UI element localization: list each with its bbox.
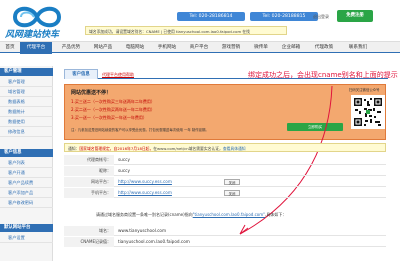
sidebar-item-data-stats[interactable]: 数据统计 xyxy=(0,107,53,117)
notice-label: 通知： xyxy=(68,146,80,151)
form-label: 域名： xyxy=(64,226,114,236)
logout-link[interactable]: 退出登录 xyxy=(313,14,329,20)
form-row-cname: CNAME记录值： tianyuschool.com.lao0.faipod.c… xyxy=(64,237,386,247)
notice-text: 在www.com/net/cn域名需要实名认证， xyxy=(153,146,223,151)
sidebar-item-data-table[interactable]: 数据表格 xyxy=(0,97,53,107)
sidebar-item-customer-open[interactable]: 客户开通 xyxy=(0,168,53,178)
domain-value: www.tianyuschool.com xyxy=(118,228,167,233)
nav-mobile-site[interactable]: 手机网站 xyxy=(152,42,182,54)
domain-notice-banner: 域名添加成功，请设置域名别名：CNAME | 已使用 tianyuschool.… xyxy=(85,26,287,35)
hint-cname-link: "tianyuschool.com.lao0.faipod.com" xyxy=(192,212,265,217)
sidebar-group-default-site: 默认网站平台 xyxy=(0,224,53,232)
form-label: 昵称： xyxy=(64,166,114,176)
notice-link[interactable]: 查看具体通知 xyxy=(223,146,246,151)
form-label: CNAME记录值： xyxy=(64,237,114,247)
nav-advantages[interactable]: 产品优势 xyxy=(56,42,86,54)
sidebar-item-customer-list[interactable]: 客户列表 xyxy=(0,158,53,168)
notice-red-text: 国家域名管理规定，自2016年7月18日起， xyxy=(79,146,154,151)
form-value: succy xyxy=(118,157,130,162)
logo-text: 风网建站快车 xyxy=(5,30,60,40)
form-row-website-platform: 网站平台： http://www.succy.ess.com 关闭 xyxy=(64,177,386,187)
nav-contact[interactable]: 联系我们 xyxy=(342,42,374,54)
nav-game-marketing[interactable]: 游戏营销 xyxy=(216,42,246,54)
form-row-nickname: 昵称： succy xyxy=(64,166,386,176)
promo-line-3: 3.买一送一（一次性购买一年送一年费用） xyxy=(71,115,147,120)
sidebar-group-customer-info: 客户信息 xyxy=(0,149,53,157)
tab-platform-help[interactable]: 代理平台使用帮助 xyxy=(102,70,134,80)
form-row-domain: 域名： www.tianyuschool.com xyxy=(64,226,386,236)
cname-hint: 请通过域名服务商设置一条唯一别名记录(cname)指向"tianyuschool… xyxy=(96,212,286,218)
nav-micro-flyer[interactable]: 微传单 xyxy=(248,42,274,54)
header: 风网建站快车 Tel: 020-28186814 Tel: 020-281888… xyxy=(0,0,400,40)
form-row-mobile-platform: 手机平台： http://www.succy.ess.com 关闭 xyxy=(64,188,386,198)
promo-title: 网站优惠送不停！ xyxy=(71,90,112,96)
cname-value: tianyuschool.com.lao0.faipod.com xyxy=(118,239,190,244)
close-website-button[interactable]: 关闭 xyxy=(224,179,240,185)
sidebar-item-add-product[interactable]: 客户添加产品 xyxy=(0,188,53,198)
hint-pre: 请通过域名服务商设置一条唯一别名记录(cname)指向 xyxy=(96,212,193,217)
sidebar-group-customer-mgmt: 客户管理 xyxy=(0,68,53,76)
form-value: succy xyxy=(118,168,130,173)
promo-line-2: 2.买二送一（一次性购买两年送一年二年费用） xyxy=(71,107,155,112)
tel-badge-2: Tel: 020-28188815 xyxy=(250,12,318,21)
free-register-button[interactable]: 免费注册 xyxy=(337,10,373,22)
nav-agent-platform[interactable]: 代理平台 xyxy=(20,42,52,54)
close-mobile-button[interactable]: 关闭 xyxy=(224,190,240,196)
sidebar-item-customer-mgmt[interactable]: 客户管理 xyxy=(0,77,53,87)
main-nav: 首页 代理平台 产品优势 网站产品 电脑网站 手机网站 商户平台 游戏营销 微传… xyxy=(0,41,400,54)
form-row-agent-account: 代理商帐号： succy xyxy=(64,155,386,165)
sidebar-item-product-renew[interactable]: 客户产品续费 xyxy=(0,178,53,188)
sidebar-item-change-password[interactable]: 客户修改密码 xyxy=(0,198,53,208)
form-label: 网站平台： xyxy=(64,177,114,187)
mobile-platform-link[interactable]: http://www.succy.ess.com xyxy=(118,188,172,198)
sidebar-item-edit-info[interactable]: 修改信息 xyxy=(0,127,53,137)
tab-customer-info[interactable]: 客户信息 xyxy=(64,69,98,79)
form-label: 代理商帐号： xyxy=(64,155,114,165)
sidebar-item-customer-settings[interactable]: 客户设置 xyxy=(0,233,53,243)
nav-enterprise-mail[interactable]: 企业邮箱 xyxy=(276,42,306,54)
nav-home[interactable]: 首页 xyxy=(0,42,20,54)
website-platform-link[interactable]: http://www.succy.ess.com xyxy=(118,177,172,187)
annotation-text: 绑定成功之后，会出现cname别名和上面的提示 xyxy=(248,71,398,79)
sidebar-item-domain-mgmt[interactable]: 域名管理 xyxy=(0,87,53,97)
form-label: 手机平台： xyxy=(64,188,114,198)
sidebar: 客户管理 客户管理 域名管理 数据表格 数据统计 数据使用 修改信息 客户信息 … xyxy=(0,66,53,261)
real-name-notice: 通知：国家域名管理规定，自2016年7月18日起，在www.com/net/cn… xyxy=(64,143,386,152)
sidebar-item-data-usage[interactable]: 数据使用 xyxy=(0,117,53,127)
hint-post: ,具体如下： xyxy=(264,212,287,217)
promo-note: 注：凡参加这是旧网站续费的客户可以享受此优惠。打包优惠赠送每次使用 一年 制作延… xyxy=(71,128,209,132)
nav-agent-policy[interactable]: 代理政策 xyxy=(308,42,340,54)
nav-website-products[interactable]: 网站产品 xyxy=(88,42,118,54)
tel-badge-1: Tel: 020-28186814 xyxy=(177,12,245,21)
nav-merchant[interactable]: 商户平台 xyxy=(184,42,214,54)
promo-line-1: 1.买三送二（一次性购买三年送两年二年费用） xyxy=(71,99,155,104)
nav-pc-site[interactable]: 电脑网站 xyxy=(120,42,150,54)
